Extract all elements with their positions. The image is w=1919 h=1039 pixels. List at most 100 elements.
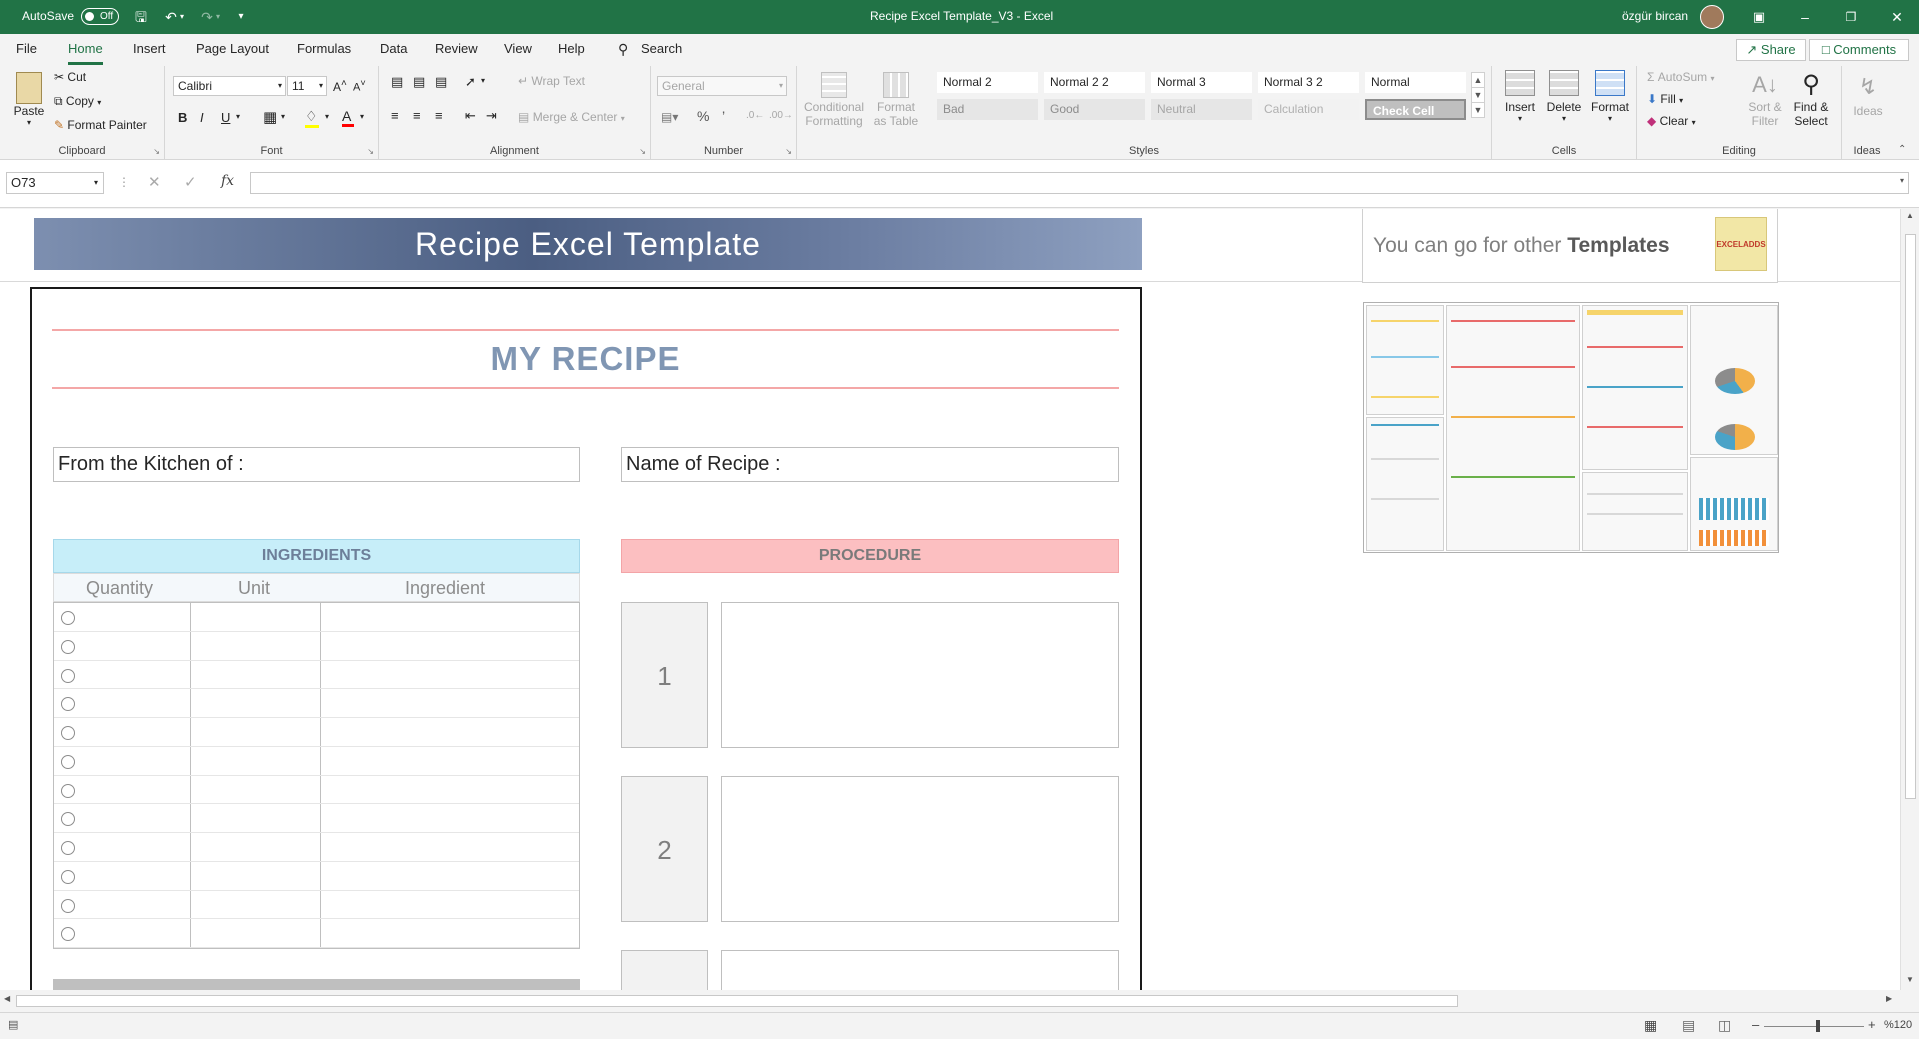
tab-review[interactable]: Review [435,41,478,56]
orientation-icon[interactable]: ➚ [465,74,476,90]
orientation-dropdown-icon[interactable]: ▾ [481,76,485,85]
gallery-scroll-down-icon[interactable]: ▼ [1471,87,1485,103]
wrap-text-button[interactable]: ↵ Wrap Text [518,74,585,88]
share-button[interactable]: ↗ Share [1736,39,1806,61]
close-icon[interactable]: ✕ [1886,6,1908,28]
delete-cells-button[interactable]: Delete ▾ [1544,70,1584,123]
merge-center-button[interactable]: ▤ Merge & Center ▾ [518,110,625,124]
row-checkbox[interactable] [61,611,75,625]
undo-dropdown-icon[interactable]: ▾ [176,6,188,28]
alignment-launcher-icon[interactable]: ↘ [639,147,646,156]
align-bottom-icon[interactable]: ▤ [435,74,447,90]
enter-icon[interactable]: ✓ [184,173,197,191]
clipboard-launcher-icon[interactable]: ↘ [153,147,160,156]
row-checkbox[interactable] [61,898,75,913]
tab-formulas[interactable]: Formulas [297,41,351,56]
cell-style-check-cell[interactable]: Check Cell [1365,99,1466,120]
tab-page-layout[interactable]: Page Layout [196,41,269,56]
templates-promo[interactable]: You can go for other Templates EXCELADDS [1362,209,1778,283]
number-format-select[interactable]: General ▾ [657,76,787,96]
tab-file[interactable]: File [16,41,37,56]
macro-recording-icon[interactable]: ▤ [8,1018,18,1031]
horizontal-scrollbar[interactable]: ◀ ▶ [0,992,1900,1010]
vertical-scroll-thumb[interactable] [1905,234,1916,799]
autosum-button[interactable]: Σ AutoSum ▾ [1647,70,1714,84]
font-color-icon[interactable]: A [342,108,354,127]
customize-toolbar-icon[interactable]: ▾ [230,6,252,28]
percent-icon[interactable]: % [697,108,709,124]
conditional-formatting-button[interactable]: Conditional Formatting [803,72,865,128]
zoom-slider-thumb[interactable] [1816,1020,1820,1032]
search-box[interactable]: Search [641,41,682,56]
table-row[interactable] [54,661,579,690]
step-text-box[interactable] [721,602,1119,748]
table-row[interactable] [54,718,579,747]
scroll-down-icon[interactable]: ▼ [1906,975,1914,984]
gallery-more-icon[interactable]: ▼ [1471,102,1485,118]
table-row[interactable] [54,804,579,833]
clear-button[interactable]: ◆ Clear ▾ [1647,114,1696,128]
avatar[interactable] [1700,5,1724,29]
increase-indent-icon[interactable]: ⇥ [486,108,497,124]
name-box[interactable]: O73 ▾ [6,172,104,194]
redo-dropdown-icon[interactable]: ▾ [212,6,224,28]
align-center-icon[interactable]: ≡ [413,108,421,123]
zoom-slider[interactable] [1764,1020,1864,1032]
row-checkbox[interactable] [61,841,75,855]
tab-help[interactable]: Help [558,41,585,56]
table-row[interactable] [54,891,579,920]
row-checkbox[interactable] [61,783,75,798]
scroll-up-icon[interactable]: ▲ [1906,211,1914,220]
minimize-icon[interactable]: – [1794,6,1816,28]
find-select-button[interactable]: ⚲ Find & Select [1786,70,1836,128]
comments-button[interactable]: □ Comments [1809,39,1909,61]
vertical-scrollbar[interactable]: ▲ ▼ [1900,209,1919,990]
accounting-format-icon[interactable]: ▤▾ [661,110,678,124]
table-row[interactable] [54,632,579,661]
recipe-name-field[interactable]: Name of Recipe : [621,447,1119,482]
autosave-toggle[interactable]: Off [81,8,119,25]
fill-color-dropdown-icon[interactable]: ▾ [325,112,329,121]
scroll-right-icon[interactable]: ▶ [1886,994,1892,1003]
row-checkbox[interactable] [61,754,75,769]
decrease-font-size-icon[interactable]: A˅ [353,78,366,94]
ideas-button[interactable]: ↯ Ideas [1850,70,1886,118]
row-checkbox[interactable] [61,668,75,683]
tab-insert[interactable]: Insert [133,41,166,56]
format-painter-button[interactable]: ✎ Format Painter [54,118,147,132]
font-name-select[interactable]: Calibri ▾ [173,76,286,96]
table-row[interactable] [54,689,579,718]
font-size-select[interactable]: 11 ▾ [287,76,327,96]
cell-style-normal-3[interactable]: Normal 3 [1151,72,1252,93]
search-icon[interactable]: ⚲ [618,41,628,58]
cell-style-bad[interactable]: Bad [937,99,1038,120]
kitchen-field[interactable]: From the Kitchen of : [53,447,580,482]
template-thumbnails[interactable] [1363,302,1779,553]
table-row[interactable] [54,747,579,776]
zoom-level[interactable]: %120 [1884,1019,1912,1031]
scroll-left-icon[interactable]: ◀ [4,994,10,1003]
underline-dropdown-icon[interactable]: ▾ [236,112,240,121]
page-break-preview-icon[interactable]: ◫ [1718,1017,1731,1034]
decrease-decimal-icon[interactable]: .00→ [769,110,793,121]
cell-style-normal-3-2[interactable]: Normal 3 2 [1258,72,1359,93]
insert-cells-button[interactable]: Insert ▾ [1500,70,1540,123]
decrease-indent-icon[interactable]: ⇤ [465,108,476,124]
fill-button[interactable]: ⬇ Fill ▾ [1647,92,1683,106]
save-icon[interactable]: 🖫 [130,6,152,28]
step-text-box[interactable] [721,950,1119,990]
align-middle-icon[interactable]: ▤ [413,74,425,90]
paste-button[interactable]: Paste ▾ [12,72,46,127]
zoom-in-icon[interactable]: + [1868,1017,1876,1032]
align-right-icon[interactable]: ≡ [435,108,443,123]
table-row[interactable] [54,833,579,862]
format-cells-button[interactable]: Format ▾ [1588,70,1632,123]
cell-style-neutral[interactable]: Neutral [1151,99,1252,120]
cell-style-normal[interactable]: Normal [1365,72,1466,93]
tab-view[interactable]: View [504,41,532,56]
table-row[interactable] [54,919,579,948]
borders-dropdown-icon[interactable]: ▾ [281,112,285,121]
copy-button[interactable]: ⧉ Copy ▾ [54,94,101,109]
normal-view-icon[interactable]: ▦ [1644,1017,1657,1034]
expand-formula-bar-icon[interactable]: ▾ [1900,176,1904,185]
